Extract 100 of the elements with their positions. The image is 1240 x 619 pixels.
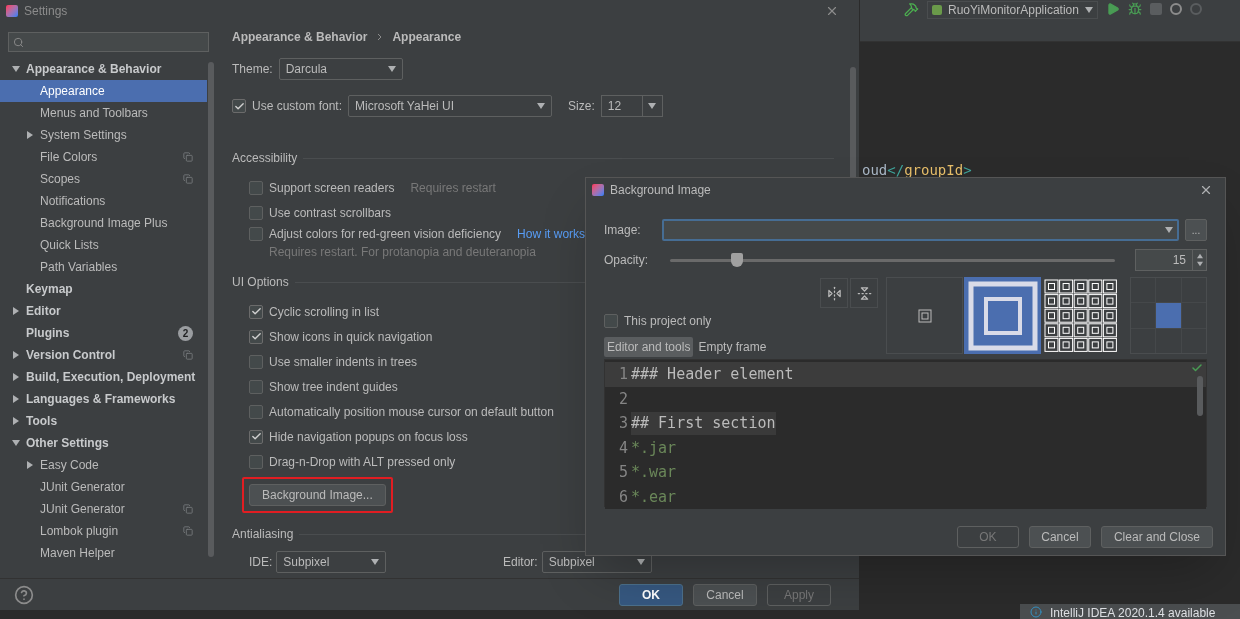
anchor-cell[interactable] [1156, 278, 1181, 303]
scale-mode-tile[interactable] [964, 277, 1041, 354]
close-icon[interactable] [825, 4, 839, 18]
help-link[interactable]: How it works [517, 225, 586, 243]
collapsed-arrow-icon[interactable] [12, 351, 20, 359]
checkbox[interactable] [249, 354, 263, 369]
build-hammer-icon[interactable] [904, 2, 919, 17]
tree-item[interactable]: Editor [0, 300, 207, 322]
update-notification[interactable]: IntelliJ IDEA 2020.1.4 available [1020, 604, 1240, 619]
slider-thumb[interactable] [730, 253, 743, 267]
tree-item[interactable]: JUnit Generator [0, 498, 207, 520]
opacity-spinner[interactable]: 15 [1135, 249, 1207, 271]
tree-item[interactable]: Quick Lists [0, 234, 207, 256]
collapsed-arrow-icon[interactable] [26, 131, 34, 139]
search-field[interactable] [8, 32, 209, 52]
tree-item[interactable]: Appearance & Behavior [0, 58, 207, 80]
run-icon[interactable] [1105, 2, 1120, 16]
tree-item[interactable]: Languages & Frameworks [0, 388, 207, 410]
tree-item[interactable]: Scopes [0, 168, 207, 190]
tile-mode-tile[interactable] [1042, 277, 1119, 354]
dropdown-arrow-icon[interactable] [387, 65, 396, 73]
tree-item[interactable]: Path Variables [0, 256, 207, 278]
flip-horizontal-button[interactable] [820, 278, 848, 308]
checkbox[interactable] [249, 454, 263, 469]
anchor-cell[interactable] [1131, 278, 1156, 303]
debug-icon[interactable] [1127, 2, 1142, 16]
dropdown-arrow-icon[interactable] [1084, 6, 1093, 14]
collapsed-arrow-icon[interactable] [12, 417, 20, 425]
run-config-dropdown[interactable]: RuoYiMonitorApplication [927, 1, 1098, 19]
dialog-button[interactable]: Cancel [693, 583, 757, 606]
tree-item[interactable]: File Colors [0, 146, 207, 168]
tab[interactable]: Editor and tools [604, 337, 694, 357]
expanded-arrow-icon[interactable] [12, 439, 20, 447]
collapsed-arrow-icon[interactable] [12, 307, 20, 315]
dropdown-arrow-icon[interactable] [648, 102, 657, 110]
scrollbar[interactable] [1197, 376, 1203, 416]
help-icon[interactable] [14, 584, 34, 605]
theme-dropdown[interactable]: Darcula [278, 58, 403, 80]
checkbox[interactable] [249, 180, 263, 195]
checkbox[interactable] [249, 304, 263, 319]
tree-item[interactable]: Easy Code [0, 454, 207, 476]
collapsed-arrow-icon[interactable] [12, 373, 20, 381]
checkbox[interactable] [249, 329, 263, 344]
anchor-cell[interactable] [1156, 328, 1181, 353]
collapsed-arrow-icon[interactable] [12, 395, 20, 403]
tree-item[interactable]: Lombok plugin [0, 520, 207, 542]
browse-button[interactable]: ... [1185, 219, 1207, 241]
collapsed-arrow-icon[interactable] [26, 461, 34, 469]
checkbox[interactable] [604, 314, 618, 328]
dropdown-arrow-icon[interactable] [537, 102, 546, 110]
image-label: Image: [604, 222, 642, 239]
checkbox[interactable] [249, 429, 263, 444]
anchor-cell[interactable] [1181, 303, 1206, 328]
anchor-cell[interactable] [1131, 328, 1156, 353]
checkbox[interactable] [249, 379, 263, 394]
tree-item[interactable]: Maven Helper [0, 542, 207, 564]
tree-item[interactable]: Build, Execution, Deployment [0, 366, 207, 388]
expanded-arrow-icon[interactable] [12, 65, 20, 73]
dropdown-arrow-icon[interactable] [636, 558, 645, 566]
flip-vertical-button[interactable] [850, 278, 878, 308]
checkbox[interactable] [249, 404, 263, 419]
tree-item[interactable]: Background Image Plus [0, 212, 207, 234]
tree-item[interactable]: JUnit Generator [0, 476, 207, 498]
anchor-cell[interactable] [1181, 328, 1206, 353]
dialog-button[interactable]: Cancel [1028, 526, 1091, 548]
decrement-arrow-icon[interactable] [1196, 261, 1203, 267]
tab[interactable]: Empty frame [695, 337, 770, 357]
breadcrumb-parent[interactable]: Appearance & Behavior [232, 28, 368, 46]
background-image-button[interactable]: Background Image... [249, 484, 386, 506]
anchor-cell[interactable] [1131, 303, 1156, 328]
ok-button[interactable]: OK [619, 583, 683, 606]
increment-arrow-icon[interactable] [1196, 253, 1203, 259]
tree-item[interactable]: Tools [0, 410, 207, 432]
tree-item[interactable]: Plugins 2 [0, 322, 207, 344]
tree-item[interactable]: Keymap [0, 278, 207, 300]
anchor-cell[interactable] [1181, 278, 1206, 303]
tree-item[interactable]: Appearance [0, 80, 207, 102]
anchor-mode-tile[interactable] [1130, 277, 1207, 354]
opacity-slider[interactable] [670, 252, 1115, 268]
scrollbar[interactable] [208, 62, 214, 557]
tree-item[interactable]: Notifications [0, 190, 207, 212]
tree-item[interactable]: Menus and Toolbars [0, 102, 207, 124]
antialiasing-dropdown[interactable]: Subpixel [276, 551, 387, 573]
profiler-icon[interactable] [1169, 3, 1182, 15]
size-combobox[interactable]: 12 [600, 95, 663, 117]
dropdown-arrow-icon[interactable] [1165, 226, 1173, 234]
option-label: Cyclic scrolling in list [269, 303, 380, 321]
tree-item[interactable]: Other Settings [0, 432, 207, 454]
option-label: Adjust colors for red-green vision deficiency [269, 226, 502, 243]
center-mode-tile[interactable] [886, 277, 963, 354]
close-icon[interactable] [1199, 183, 1213, 197]
dialog-button[interactable]: Clear and Close [1100, 526, 1213, 548]
font-dropdown[interactable]: Microsoft YaHei UI [348, 95, 553, 117]
dropdown-arrow-icon[interactable] [371, 558, 380, 566]
anchor-cell[interactable] [1156, 303, 1181, 328]
checkbox[interactable] [249, 227, 263, 241]
checkbox[interactable] [249, 205, 263, 220]
tree-item[interactable]: System Settings [0, 124, 207, 146]
checkbox[interactable] [232, 99, 246, 113]
tree-item[interactable]: Version Control [0, 344, 207, 366]
